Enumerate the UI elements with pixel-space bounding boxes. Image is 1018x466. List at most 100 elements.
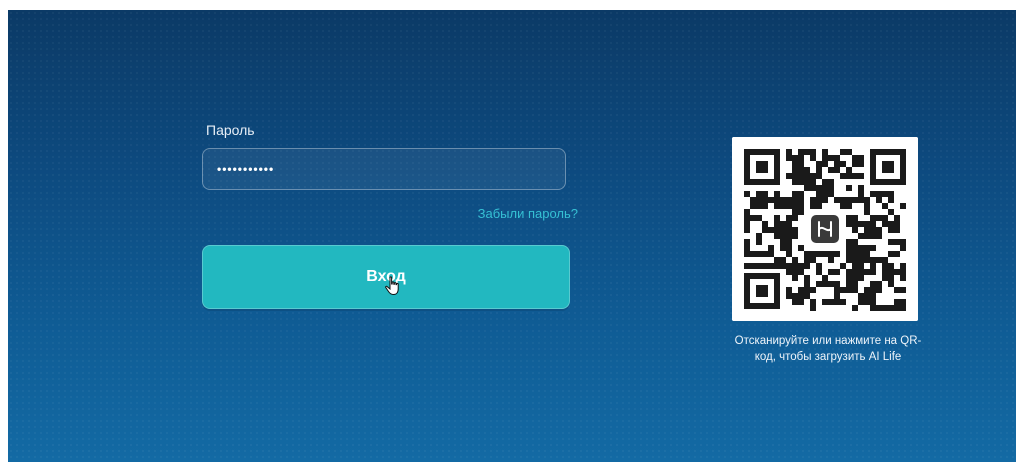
qr-module (888, 227, 894, 233)
qr-module (744, 209, 750, 215)
qr-module (792, 167, 798, 173)
forgot-password-link[interactable]: Забыли пароль? (478, 206, 578, 221)
qr-module (762, 191, 768, 197)
qr-module (840, 263, 846, 269)
qr-module (894, 305, 900, 311)
qr-module (828, 167, 834, 173)
qr-module (804, 281, 810, 287)
qr-module (816, 263, 822, 269)
qr-module (870, 263, 876, 269)
qr-module (888, 209, 894, 215)
qr-module (870, 299, 876, 305)
qr-module (750, 263, 756, 269)
qr-module (900, 245, 906, 251)
qr-module (792, 155, 798, 161)
qr-module (846, 281, 852, 287)
qr-module (744, 239, 750, 245)
qr-module (858, 233, 864, 239)
qr-module (798, 203, 804, 209)
qr-module (870, 305, 876, 311)
qr-module (756, 203, 762, 209)
qr-module (786, 215, 792, 221)
qr-module (852, 263, 858, 269)
qr-module (792, 197, 798, 203)
qr-module (870, 245, 876, 251)
qr-module (810, 179, 816, 185)
qr-module (750, 215, 756, 221)
qr-module (828, 179, 834, 185)
qr-module (840, 149, 846, 155)
qr-module (858, 293, 864, 299)
qr-module (846, 245, 852, 251)
qr-module (816, 161, 822, 167)
qr-module (762, 197, 768, 203)
qr-module (828, 155, 834, 161)
qr-module (834, 281, 840, 287)
qr-module (822, 275, 828, 281)
qr-module (792, 215, 798, 221)
qr-module (780, 227, 786, 233)
qr-module (876, 233, 882, 239)
qr-module (876, 191, 882, 197)
qr-module (864, 209, 870, 215)
qr-module (900, 239, 906, 245)
qr-module (792, 263, 798, 269)
qr-module (786, 233, 792, 239)
qr-module (768, 197, 774, 203)
qr-module (858, 191, 864, 197)
qr-module (882, 191, 888, 197)
qr-module (828, 251, 834, 257)
qr-module (762, 251, 768, 257)
qr-module (876, 227, 882, 233)
qr-module (894, 287, 900, 293)
qr-module (762, 227, 768, 233)
qr-module (792, 227, 798, 233)
qr-module (834, 197, 840, 203)
qr-module (900, 299, 906, 305)
qr-module (888, 197, 894, 203)
qr-module (864, 233, 870, 239)
qr-module (792, 269, 798, 275)
qr-module (864, 299, 870, 305)
qr-module (846, 269, 852, 275)
qr-module (846, 275, 852, 281)
qr-module (780, 257, 786, 263)
qr-module (792, 209, 798, 215)
qr-module (750, 197, 756, 203)
qr-module (792, 161, 798, 167)
qr-module (780, 221, 786, 227)
qr-module (780, 197, 786, 203)
qr-module (870, 227, 876, 233)
qr-module (798, 149, 804, 155)
qr-module (846, 203, 852, 209)
qr-module (852, 161, 858, 167)
qr-module (816, 251, 822, 257)
qr-module (876, 281, 882, 287)
qr-code[interactable] (732, 137, 918, 321)
qr-module (894, 215, 900, 221)
qr-module (858, 257, 864, 263)
qr-module (822, 299, 828, 305)
qr-module (774, 257, 780, 263)
qr-module (864, 287, 870, 293)
qr-module (810, 251, 816, 257)
qr-module (858, 245, 864, 251)
qr-module (804, 173, 810, 179)
password-field[interactable]: ••••••••••• (202, 148, 566, 190)
qr-module (798, 197, 804, 203)
qr-module (894, 299, 900, 305)
qr-module (744, 227, 750, 233)
qr-module (870, 233, 876, 239)
qr-caption: Отсканируйте или нажмите на QR- код, что… (703, 333, 953, 365)
qr-module (792, 275, 798, 281)
qr-module (894, 239, 900, 245)
qr-module (768, 251, 774, 257)
qr-module (834, 167, 840, 173)
qr-module (846, 173, 852, 179)
qr-module (846, 149, 852, 155)
qr-module (780, 239, 786, 245)
qr-module (888, 305, 894, 311)
qr-module (744, 263, 750, 269)
qr-module (816, 185, 822, 191)
qr-module (822, 179, 828, 185)
